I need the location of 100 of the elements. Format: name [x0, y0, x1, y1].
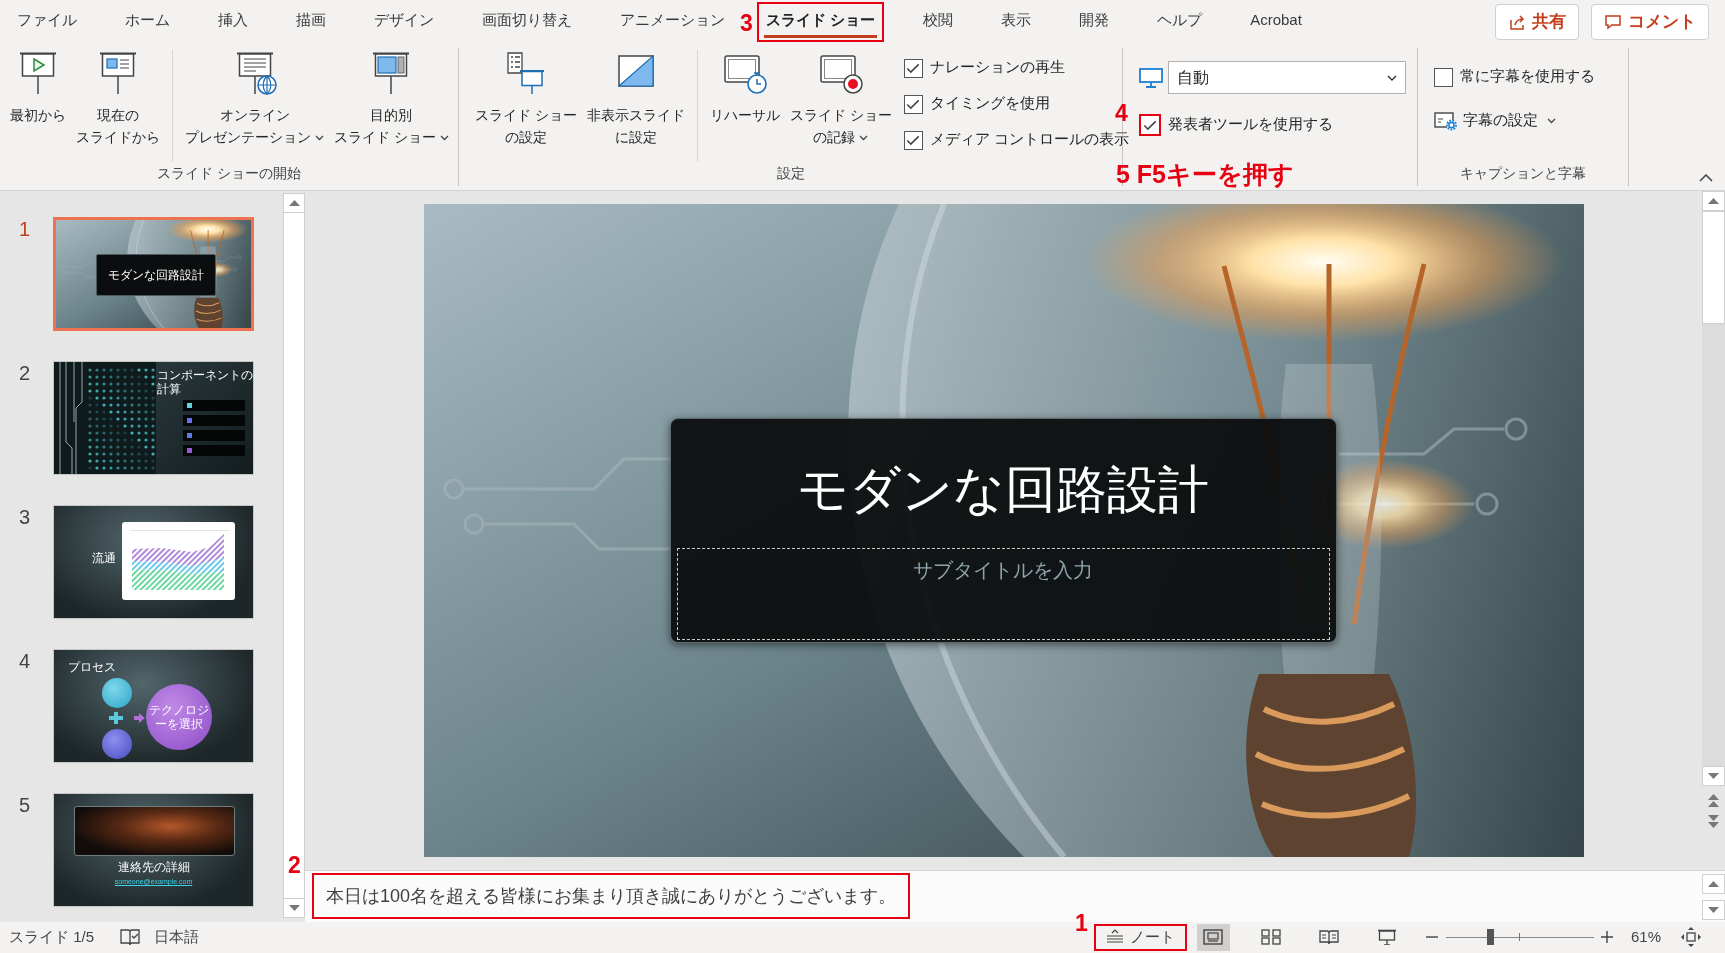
- set-up-show-button[interactable]: スライド ショー の設定: [471, 50, 581, 148]
- checkbox[interactable]: [903, 94, 923, 114]
- slide-thumbnail[interactable]: コンポーネントの計算: [53, 361, 254, 475]
- checkbox[interactable]: [1139, 114, 1161, 136]
- bullet-icon: [187, 403, 192, 408]
- callout-number: 2: [288, 852, 301, 878]
- thumbnail-title: 連絡先の詳細: [116, 860, 191, 874]
- thumbnail-title: 流通: [92, 551, 116, 565]
- share-icon: [1508, 13, 1526, 31]
- ribbon-tab[interactable]: ファイル: [8, 2, 86, 42]
- checkbox[interactable]: [903, 58, 923, 78]
- zoom-in-icon[interactable]: [1600, 931, 1613, 943]
- checkbox-label[interactable]: タイミングを使用: [929, 93, 1050, 115]
- zoom-slider-thumb[interactable]: [1487, 929, 1495, 945]
- from-current-slide-button[interactable]: 現在の スライドから: [72, 50, 164, 148]
- ribbon-tab[interactable]: 開発: [1070, 2, 1119, 42]
- comment-icon: [1604, 13, 1622, 31]
- notes-icon: [1105, 929, 1124, 945]
- checkbox[interactable]: [903, 130, 923, 150]
- custom-show-button[interactable]: 目的別 スライド ショー: [330, 50, 453, 148]
- ribbon-tab[interactable]: Acrobat: [1241, 2, 1311, 42]
- monitor-dropdown[interactable]: 自動: [1168, 61, 1406, 94]
- present-online-button[interactable]: オンライン プレゼンテーション: [181, 50, 328, 148]
- normal-view-button[interactable]: [1196, 923, 1230, 951]
- thumbnail-title: コンポーネントの計算: [157, 368, 253, 396]
- notes-button[interactable]: ノート: [1093, 923, 1187, 951]
- slide-number: 5: [18, 793, 32, 818]
- scroll-up-icon: [288, 200, 300, 206]
- group-label: キャプションと字幕: [1459, 164, 1587, 183]
- slide-title[interactable]: モダンな回路設計: [670, 459, 1336, 521]
- checkbox[interactable]: [1434, 67, 1453, 87]
- subtitle-field[interactable]: サブタイトルを入力: [676, 548, 1330, 640]
- callout-number: 3: [740, 10, 753, 36]
- checkmark-icon: [1143, 119, 1157, 131]
- previous-slide-icon[interactable]: [1708, 794, 1719, 807]
- caret-down-icon: [1387, 74, 1397, 81]
- scroll-down-button[interactable]: [283, 898, 305, 918]
- instruction-text: 5 F5キーを押す: [1116, 162, 1296, 186]
- ribbon-tab[interactable]: デザイン: [365, 2, 443, 42]
- ribbon-tab[interactable]: スライド ショー: [757, 2, 885, 42]
- slide-number: 1: [18, 217, 32, 242]
- bullet-icon: [187, 433, 192, 438]
- grid-icon: [1261, 929, 1282, 945]
- rehearse-timings-button[interactable]: リハーサル: [705, 50, 784, 126]
- subtitle-settings-button[interactable]: 字幕の設定: [1434, 110, 1556, 132]
- checkbox-label[interactable]: 常に字幕を使用する: [1460, 66, 1595, 88]
- ribbon-tab[interactable]: 画面切り替え: [473, 2, 581, 42]
- ribbon-tab[interactable]: ホーム: [116, 2, 179, 42]
- checkbox-label[interactable]: メディア コントロールの表示: [929, 129, 1129, 151]
- slide-number: 4: [18, 649, 32, 674]
- zoom-level[interactable]: 61%: [1630, 925, 1661, 949]
- book-icon[interactable]: [120, 928, 141, 946]
- ribbon-tab[interactable]: アニメーション: [611, 2, 734, 42]
- ribbon-tab[interactable]: 挿入: [209, 2, 257, 42]
- slide-thumbnail[interactable]: モダンな回路設計: [53, 217, 254, 331]
- bullet-icon: [187, 448, 192, 453]
- fit-to-window-icon[interactable]: [1681, 927, 1701, 947]
- thumbnail-title: プロセス: [68, 660, 116, 674]
- from-beginning-button[interactable]: 最初から: [6, 50, 70, 126]
- projector-screen-icon: [1377, 929, 1398, 945]
- record-show-button[interactable]: スライド ショー の記録: [785, 50, 896, 148]
- scroll-down-button[interactable]: [1702, 900, 1725, 920]
- plus-icon: [109, 712, 123, 724]
- scroll-up-button[interactable]: [283, 193, 305, 213]
- slide-number: 3: [18, 505, 32, 530]
- checkbox-label[interactable]: 発表者ツールを使用する: [1168, 114, 1333, 136]
- notes-text[interactable]: 本日は100名を超える皆様にお集まり頂き誠にありがとうございます。: [312, 873, 911, 919]
- slide-indicator: スライド 1/5: [9, 926, 95, 947]
- ribbon-tab[interactable]: 描画: [287, 2, 335, 42]
- scrollbar-thumb[interactable]: [1702, 211, 1725, 324]
- chevron-up-icon[interactable]: [1699, 174, 1713, 182]
- scroll-up-button[interactable]: [1702, 874, 1725, 894]
- ribbon-tab[interactable]: ヘルプ: [1148, 2, 1212, 42]
- scroll-up-icon: [1708, 881, 1719, 887]
- normal-view-icon: [1203, 929, 1224, 945]
- bullet-icon: [187, 418, 192, 423]
- scroll-down-icon: [1708, 773, 1719, 779]
- next-slide-icon[interactable]: [1708, 815, 1719, 828]
- scrollbar-thumb[interactable]: [283, 213, 305, 898]
- checkmark-icon: [906, 98, 921, 110]
- process-circle: [102, 678, 132, 708]
- hide-slide-button[interactable]: 非表示スライド に設定: [582, 50, 689, 148]
- ribbon-tab[interactable]: 表示: [992, 2, 1041, 42]
- share-button[interactable]: 共有: [1495, 4, 1579, 40]
- scroll-up-button[interactable]: [1702, 191, 1725, 211]
- comment-button[interactable]: コメント: [1591, 4, 1709, 40]
- slide-thumbnail[interactable]: 流通: [53, 505, 254, 619]
- thumbnail-title: モダンな回路設計: [96, 254, 216, 296]
- ribbon-tab[interactable]: 校閲: [914, 2, 963, 42]
- language-indicator[interactable]: 日本語: [154, 925, 200, 949]
- scroll-down-button[interactable]: [1702, 766, 1725, 786]
- slide-thumbnail[interactable]: プロセス テクノロジーを選択: [53, 649, 254, 763]
- scroll-down-icon: [1708, 907, 1719, 913]
- scroll-down-icon: [288, 905, 300, 911]
- group-label: スライド ショーの開始: [156, 164, 302, 183]
- checkbox-label[interactable]: ナレーションの再生: [929, 57, 1065, 79]
- checkmark-icon: [906, 134, 921, 146]
- group-label: 設定: [775, 164, 806, 183]
- monitor-icon: [1139, 67, 1163, 88]
- arrow-icon: [134, 713, 145, 723]
